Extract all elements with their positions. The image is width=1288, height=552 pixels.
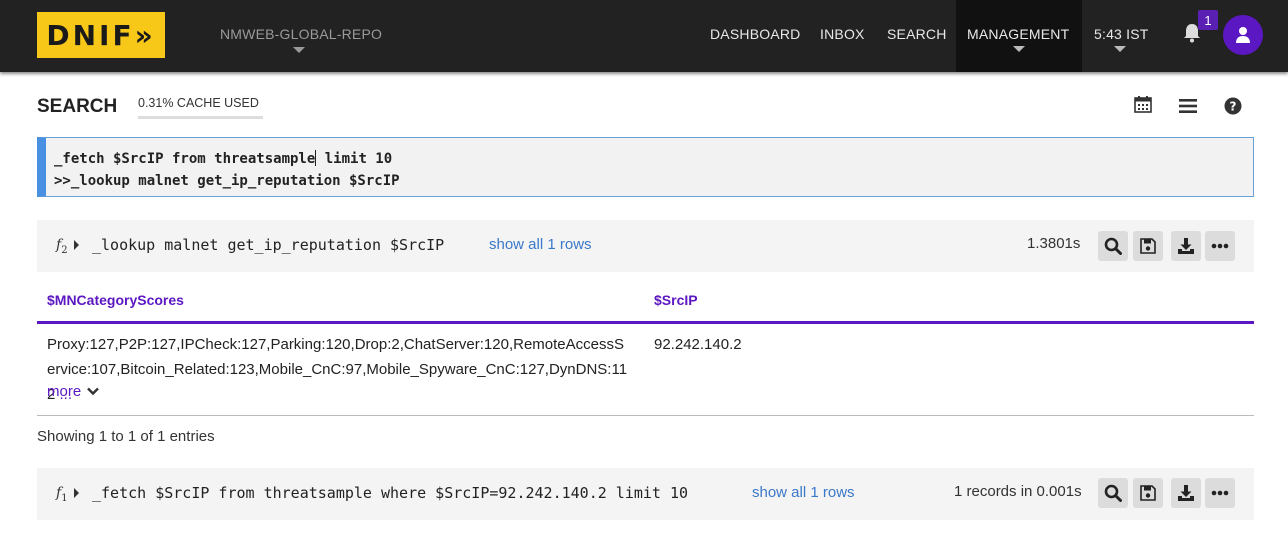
download-icon <box>1178 238 1194 254</box>
nav-management[interactable]: MANAGEMENT <box>967 26 1069 42</box>
cache-usage: 0.31% CACHE USED <box>138 96 263 119</box>
search-button[interactable] <box>1098 231 1128 261</box>
nav-dashboard[interactable]: DASHBOARD <box>710 26 800 42</box>
row-divider <box>37 415 1254 416</box>
top-navbar: DNIF» NMWEB-GLOBAL-REPO DASHBOARD INBOX … <box>0 0 1288 72</box>
time-chevron-down-icon[interactable] <box>1114 46 1126 52</box>
search-icon <box>1104 237 1122 255</box>
svg-text:?: ? <box>1230 100 1237 114</box>
user-icon <box>1236 27 1250 43</box>
more-label: more <box>47 383 82 400</box>
calendar-icon[interactable] <box>1133 94 1153 114</box>
ellipsis-icon <box>1211 490 1229 496</box>
more-options-button[interactable] <box>1205 478 1235 508</box>
function-index: 2 <box>61 244 68 256</box>
table-info: Showing 1 to 1 of 1 entries <box>37 428 215 445</box>
management-chevron-down-icon[interactable] <box>1013 46 1025 52</box>
save-button[interactable] <box>1133 478 1163 508</box>
save-icon <box>1140 238 1156 254</box>
download-button[interactable] <box>1171 478 1201 508</box>
query-timing: 1 records in 0.001s <box>954 483 1082 500</box>
download-button[interactable] <box>1171 231 1201 261</box>
page-title: SEARCH <box>37 96 118 117</box>
avatar[interactable] <box>1223 15 1263 55</box>
expand-caret-icon[interactable] <box>74 240 79 250</box>
nav-time[interactable]: 5:43 IST <box>1094 26 1149 42</box>
show-all-rows-link[interactable]: show all 1 rows <box>752 484 855 501</box>
nav-search[interactable]: SEARCH <box>887 26 947 42</box>
download-icon <box>1178 485 1194 501</box>
table-cell-scores: Proxy:127,P2P:127,IPCheck:127,Parking:12… <box>47 332 632 407</box>
header-divider <box>37 321 1254 324</box>
table-cell-srcip: 92.242.140.2 <box>654 336 742 353</box>
ellipsis-icon <box>1211 243 1229 249</box>
notification-badge[interactable]: 1 <box>1198 10 1218 30</box>
function-query: _fetch $SrcIP from threatsample where $S… <box>92 484 689 502</box>
more-toggle[interactable]: more <box>47 383 100 400</box>
function-index: 1 <box>61 492 68 504</box>
search-icon <box>1104 484 1122 502</box>
function-query: _lookup malnet get_ip_reputation $SrcIP <box>92 236 445 254</box>
query-editor[interactable]: _fetch $SrcIP from threatsample limit 10… <box>37 137 1254 197</box>
repo-selector[interactable]: NMWEB-GLOBAL-REPO <box>220 26 382 42</box>
query-line-1: _fetch $SrcIP from threatsample limit 10 <box>54 148 1253 170</box>
chevron-down-icon <box>87 387 100 396</box>
dnif-logo[interactable]: DNIF» <box>37 12 165 58</box>
function-label: f2 <box>56 237 68 256</box>
more-options-button[interactable] <box>1205 231 1235 261</box>
menu-icon[interactable] <box>1178 96 1198 116</box>
query-line-1-end: limit 10 <box>316 151 393 167</box>
result-header-f2: f2 _lookup malnet get_ip_reputation $Src… <box>37 220 1254 272</box>
save-button[interactable] <box>1133 231 1163 261</box>
search-button[interactable] <box>1098 478 1128 508</box>
save-icon <box>1140 485 1156 501</box>
result-header-f1: f1 _fetch $SrcIP from threatsample where… <box>37 468 1254 520</box>
logo-text: DNIF» <box>46 18 156 52</box>
query-line-2: >>_lookup malnet get_ip_reputation $SrcI… <box>54 173 400 189</box>
function-label: f1 <box>56 485 68 504</box>
scores-text: Proxy:127,P2P:127,IPCheck:127,Parking:12… <box>47 336 628 403</box>
query-timing: 1.3801s <box>1027 235 1081 252</box>
column-header-srcip[interactable]: $SrcIP <box>654 292 698 308</box>
nav-inbox[interactable]: INBOX <box>820 26 865 42</box>
column-header-mncategoryscores[interactable]: $MNCategoryScores <box>47 292 184 308</box>
repo-chevron-down-icon[interactable] <box>293 47 305 53</box>
expand-caret-icon[interactable] <box>74 488 79 498</box>
show-all-rows-link[interactable]: show all 1 rows <box>489 236 592 253</box>
query-line-1-start: _fetch $SrcIP from threatsample <box>54 151 316 167</box>
help-icon[interactable]: ? <box>1223 96 1243 116</box>
